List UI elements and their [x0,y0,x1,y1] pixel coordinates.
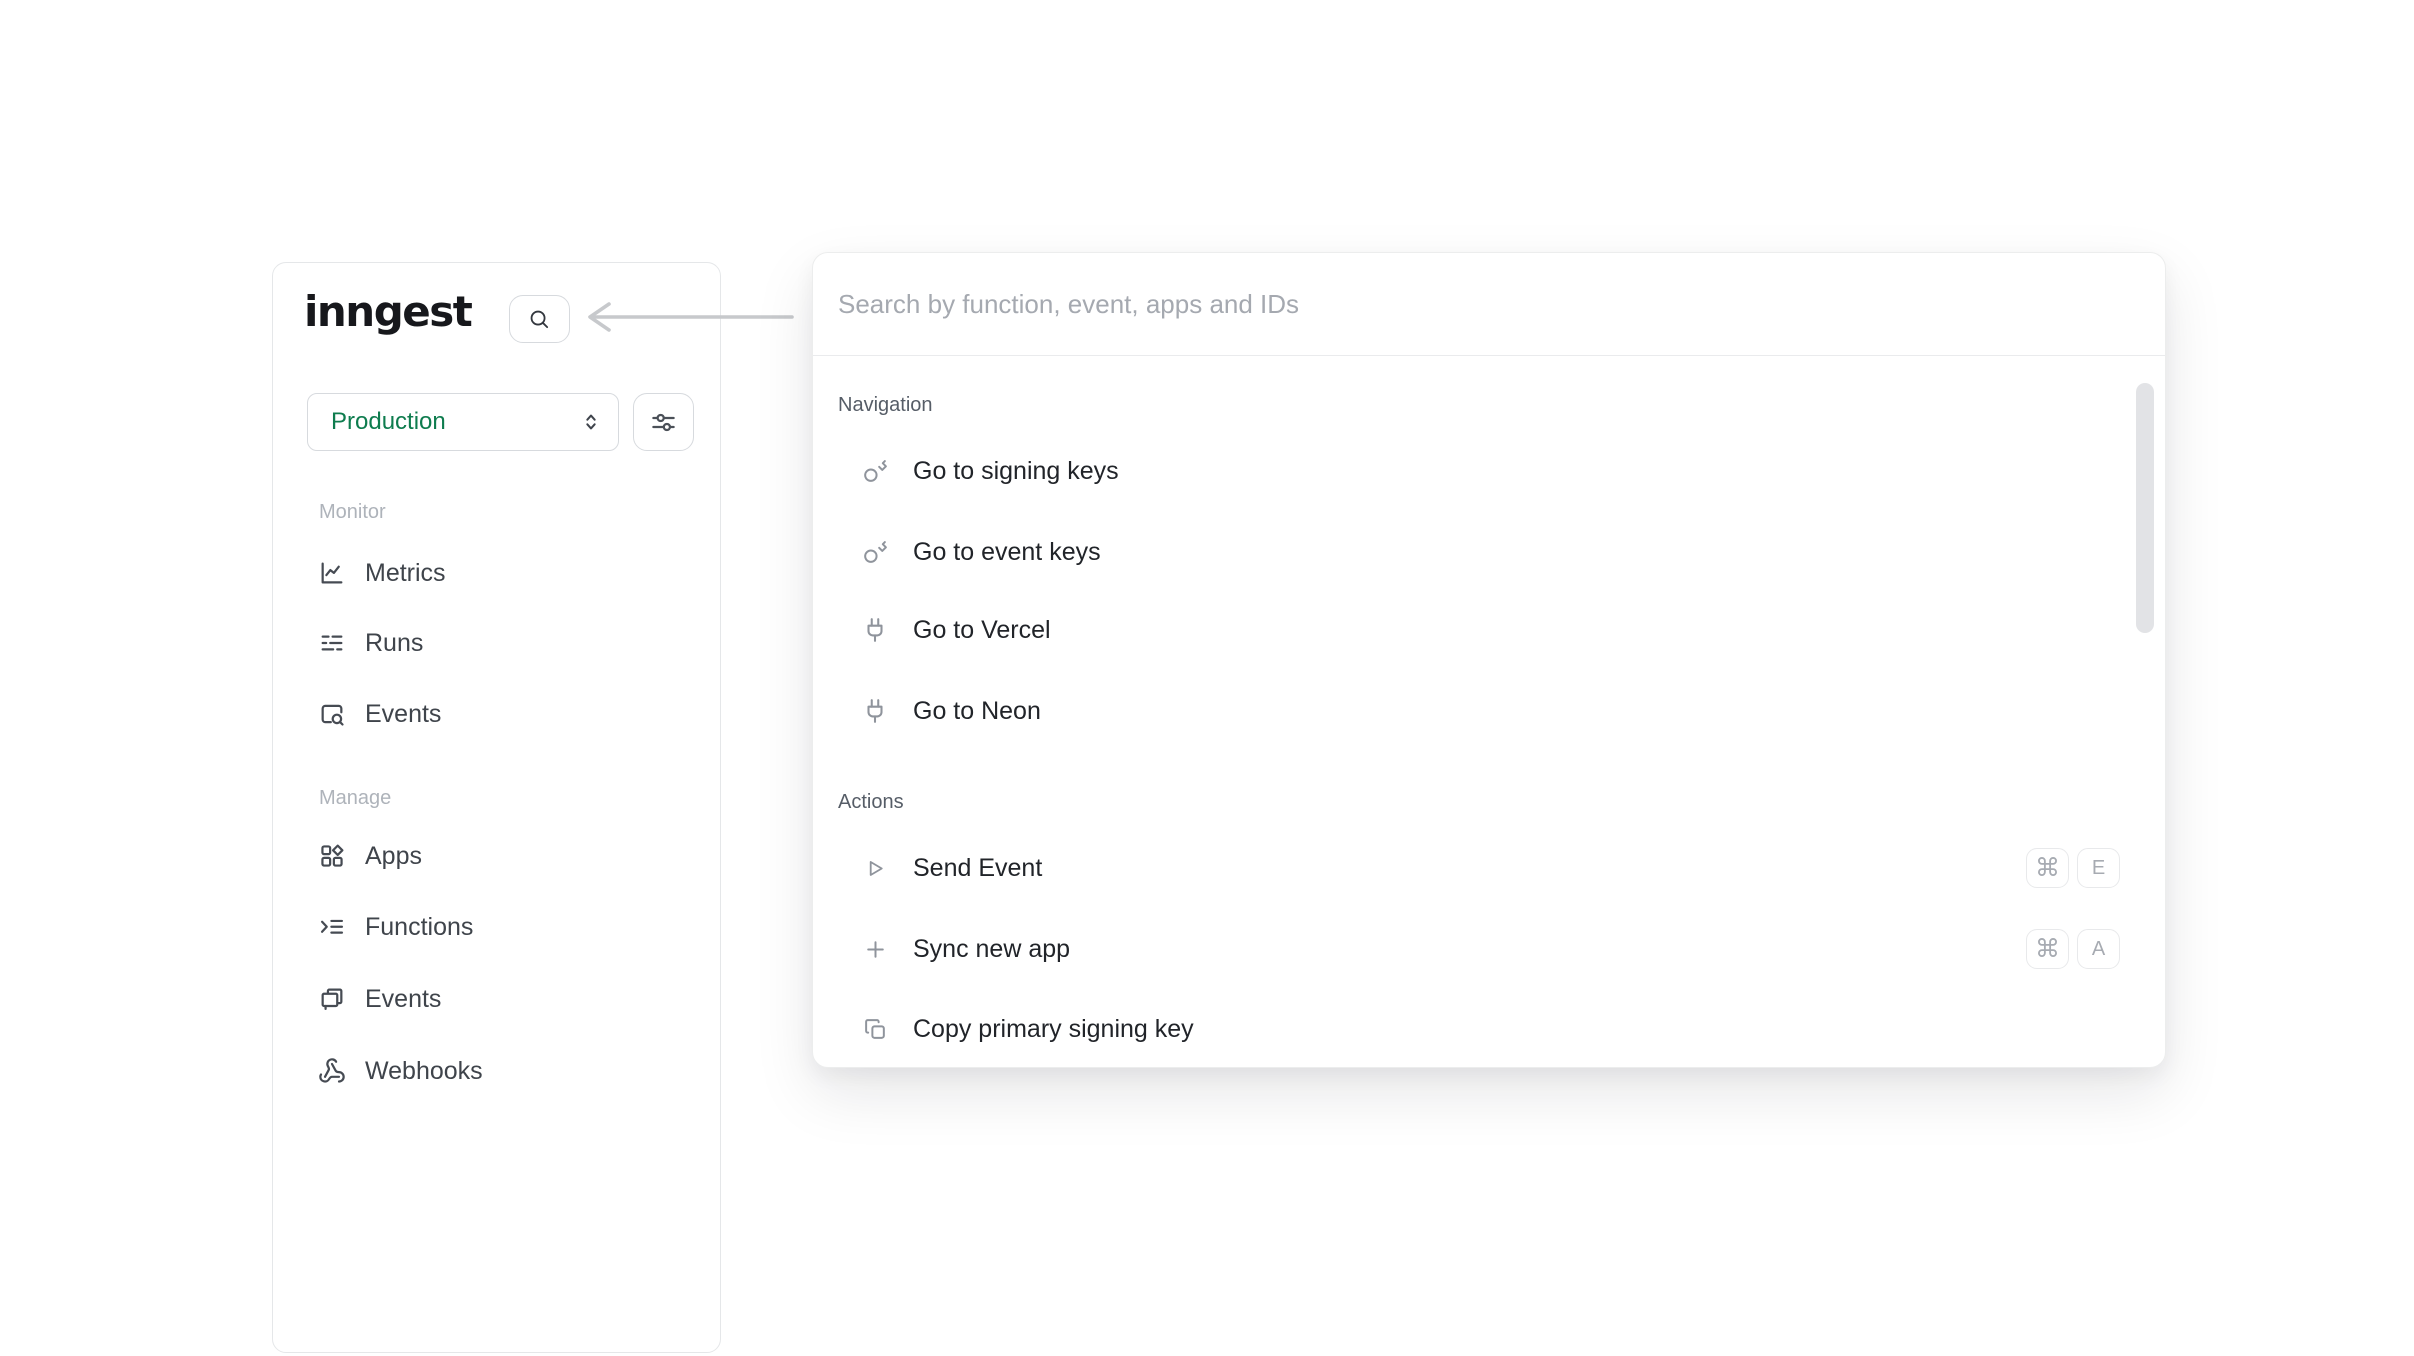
event-copy-icon [318,985,346,1013]
function-list-icon [318,913,346,941]
sidebar-item-label: Runs [365,629,423,658]
palette-item-go-to-neon[interactable]: Go to Neon [813,689,2165,733]
key-a: A [2077,929,2120,969]
sidebar-item-metrics[interactable]: Metrics [273,555,720,591]
arrow-left-icon [584,299,796,335]
arrow-annotation [584,299,796,335]
shortcut-keys: ⌘ A [2026,929,2120,969]
palette-search-input[interactable] [838,289,2122,320]
key-icon [862,458,888,484]
palette-item-copy-primary-signing-key[interactable]: Copy primary signing key [813,1007,2165,1051]
sidebar-item-label: Webhooks [365,1057,483,1086]
sidebar-item-events-monitor[interactable]: Events [273,696,720,732]
section-label-manage: Manage [319,785,391,811]
palette-item-label: Send Event [913,854,1042,883]
apps-grid-icon [318,842,346,870]
sidebar-item-functions[interactable]: Functions [273,909,720,945]
command-key-icon: ⌘ [2026,929,2069,969]
sidebar-item-label: Events [365,985,441,1014]
webhook-icon [318,1057,346,1085]
copy-icon [862,1016,888,1042]
plug-icon [862,698,888,724]
chevron-up-down-icon [580,411,602,433]
group-label-actions: Actions [838,789,904,815]
palette-item-label: Go to event keys [913,538,1101,567]
environment-value: Production [331,408,580,436]
play-icon [862,855,888,881]
section-label-monitor: Monitor [319,499,386,525]
sliders-icon [650,409,677,436]
sidebar-item-webhooks[interactable]: Webhooks [273,1053,720,1089]
environment-selector[interactable]: Production [307,393,619,451]
palette-item-label: Go to signing keys [913,457,1119,486]
command-palette: Navigation Go to signing keys Go to even… [812,252,2166,1068]
palette-item-label: Go to Neon [913,697,1041,726]
runs-list-icon [318,629,346,657]
sidebar-item-label: Apps [365,842,422,871]
palette-item-label: Copy primary signing key [913,1015,1194,1044]
sidebar-item-events-manage[interactable]: Events [273,981,720,1017]
command-key-icon: ⌘ [2026,848,2069,888]
palette-search-row [813,253,2165,356]
palette-item-go-to-vercel[interactable]: Go to Vercel [813,608,2165,652]
sidebar-item-apps[interactable]: Apps [273,838,720,874]
chart-line-icon [318,559,346,587]
scrollbar-thumb[interactable] [2136,383,2154,633]
event-search-icon [318,700,346,728]
group-label-navigation: Navigation [838,392,933,418]
palette-item-sync-new-app[interactable]: Sync new app ⌘ A [813,927,2165,971]
plug-icon [862,617,888,643]
plus-icon [862,936,888,962]
palette-item-label: Go to Vercel [913,616,1051,645]
key-e: E [2077,848,2120,888]
shortcut-keys: ⌘ E [2026,848,2120,888]
sidebar: inngest Production Monitor [272,262,721,1353]
sidebar-item-label: Events [365,700,441,729]
palette-item-send-event[interactable]: Send Event ⌘ E [813,846,2165,890]
inngest-logo: inngest [304,287,471,336]
palette-item-label: Sync new app [913,935,1070,964]
search-icon [528,308,551,331]
key-icon [862,539,888,565]
open-search-button[interactable] [509,295,570,343]
palette-item-go-to-event-keys[interactable]: Go to event keys [813,530,2165,574]
sidebar-item-label: Metrics [365,559,446,588]
environment-filter-button[interactable] [633,393,694,451]
sidebar-item-runs[interactable]: Runs [273,625,720,661]
sidebar-item-label: Functions [365,913,473,942]
palette-item-go-to-signing-keys[interactable]: Go to signing keys [813,449,2165,493]
